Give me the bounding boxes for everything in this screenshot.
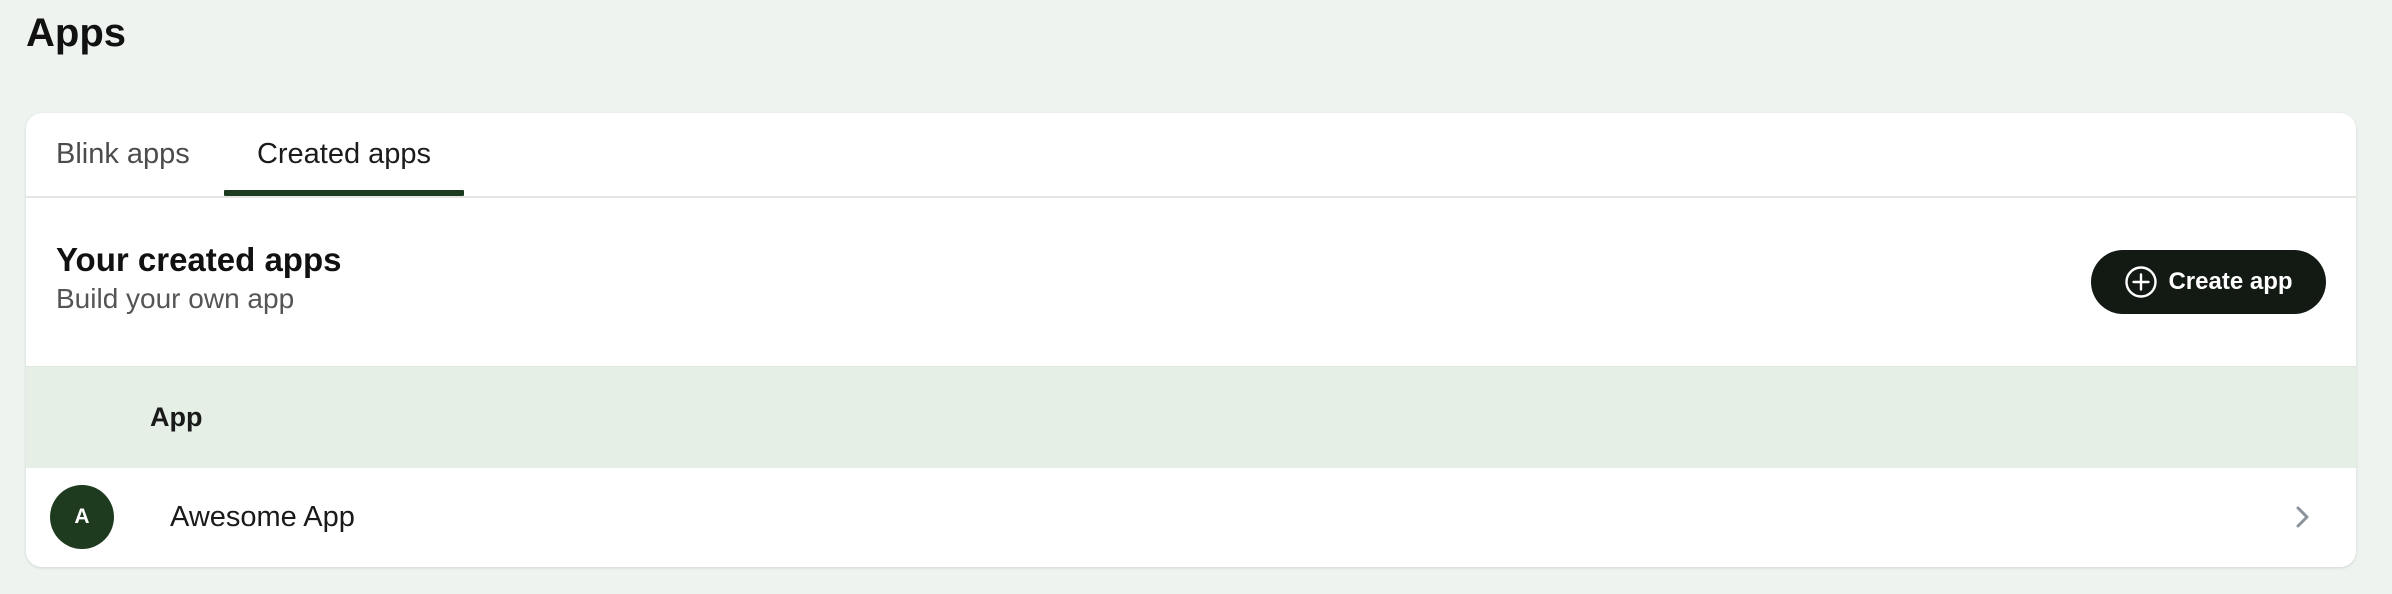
active-tab-indicator — [224, 190, 464, 196]
chevron-right-icon[interactable] — [2286, 500, 2320, 534]
avatar: A — [50, 485, 114, 549]
create-app-button-label: Create app — [2168, 268, 2293, 295]
apps-card: Blink apps Created apps Your created app… — [26, 113, 2356, 567]
table-header: App — [26, 366, 2356, 469]
tab-blink-apps[interactable]: Blink apps — [56, 113, 190, 196]
table-row[interactable]: A Awesome App — [26, 468, 2356, 567]
tab-created-apps[interactable]: Created apps — [224, 113, 464, 196]
page-title: Apps — [26, 11, 126, 55]
plus-circle-icon — [2125, 266, 2158, 298]
column-header-app: App — [150, 402, 203, 432]
section-subtitle: Build your own app — [56, 283, 295, 314]
section-title: Your created apps — [56, 241, 342, 278]
tab-bar: Blink apps Created apps — [26, 113, 2356, 198]
app-name: Awesome App — [170, 501, 355, 533]
create-app-button[interactable]: Create app — [2091, 250, 2326, 314]
